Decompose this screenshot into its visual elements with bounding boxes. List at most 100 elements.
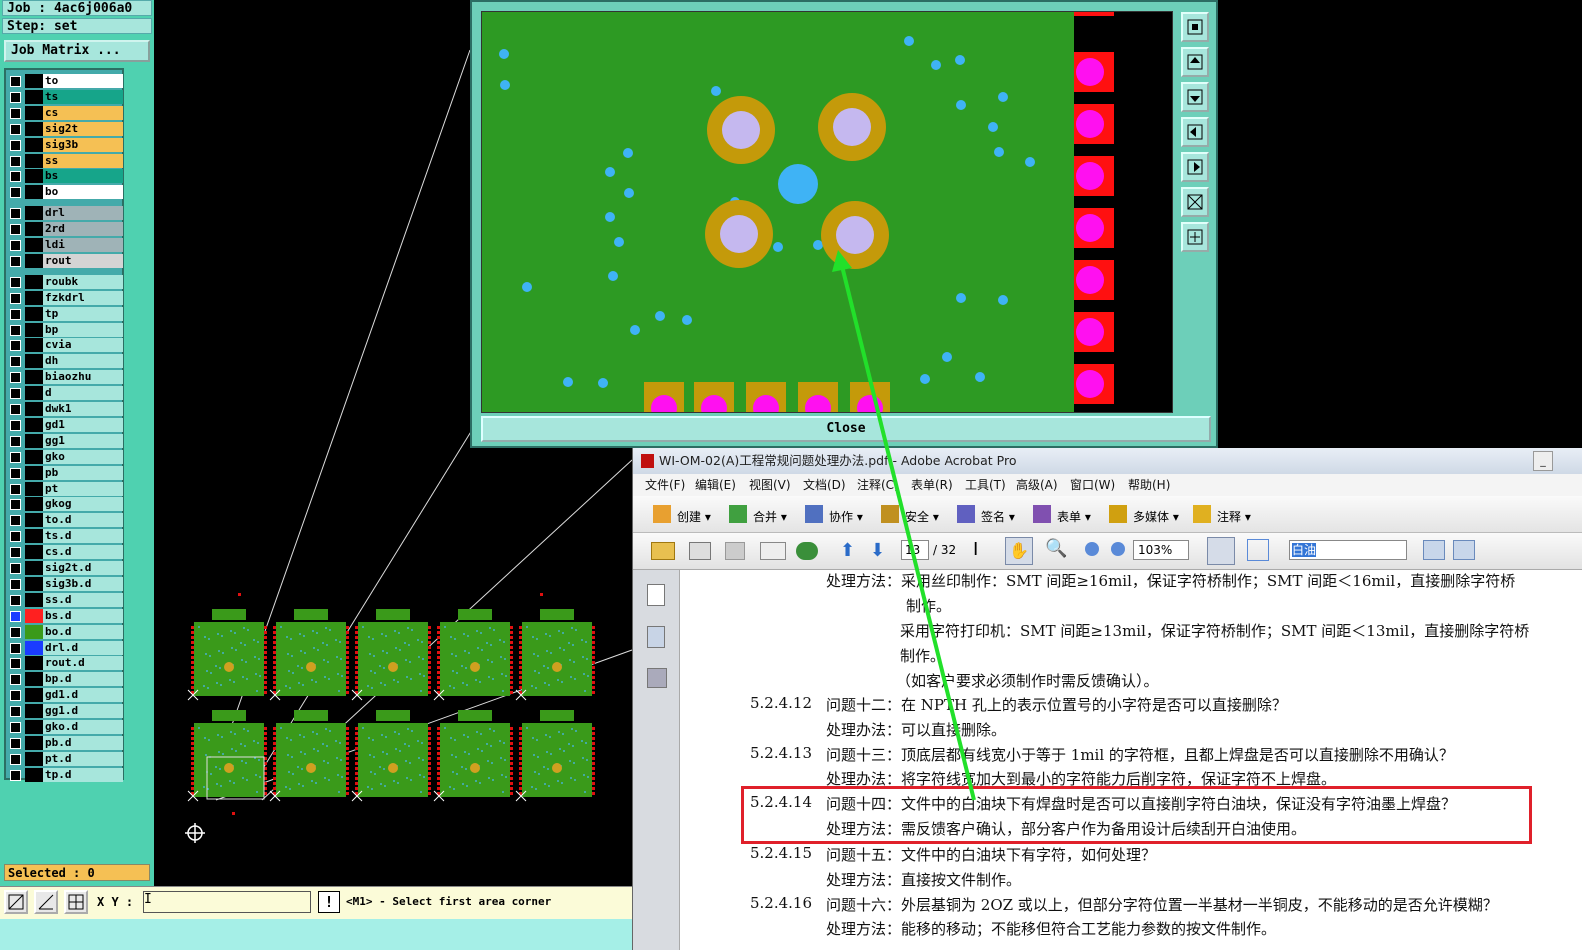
toolbar-task-icon[interactable] — [881, 505, 899, 523]
layer-row[interactable]: bs.d — [8, 608, 124, 623]
layer-checkbox[interactable] — [10, 674, 21, 686]
pan-right-icon[interactable] — [1181, 152, 1209, 182]
signatures-panel-icon[interactable] — [647, 668, 667, 688]
layer-checkbox[interactable] — [10, 451, 21, 463]
layer-checkbox[interactable] — [10, 139, 21, 151]
menu-item[interactable]: 文件(F) — [645, 474, 685, 496]
print-icon[interactable] — [689, 542, 711, 560]
layer-row[interactable]: gko.d — [8, 720, 124, 734]
layer-row[interactable]: rout.d — [8, 656, 124, 671]
toolbar-task-icon[interactable] — [805, 505, 823, 523]
layer-checkbox[interactable] — [10, 91, 21, 103]
layer-row[interactable]: to — [8, 74, 124, 88]
zoom-in-icon[interactable] — [1111, 542, 1125, 556]
layer-row[interactable]: rout — [8, 253, 124, 268]
layer-checkbox[interactable] — [10, 690, 21, 702]
layer-row[interactable]: sig3b — [8, 137, 124, 152]
layer-row[interactable]: sig3b.d — [8, 576, 124, 591]
layer-row[interactable]: drl — [8, 206, 124, 221]
web-icon[interactable] — [796, 542, 818, 560]
layer-checkbox[interactable] — [10, 240, 21, 251]
layer-row[interactable]: tp — [8, 306, 124, 321]
measure-icon[interactable] — [34, 890, 58, 914]
menu-item[interactable]: 表单(R) — [911, 474, 953, 496]
layer-checkbox[interactable] — [10, 626, 21, 638]
layer-row[interactable]: pt.d — [8, 751, 124, 766]
toolbar-task-label[interactable]: 合并 ▾ — [753, 508, 787, 525]
menu-item[interactable]: 帮助(H) — [1128, 474, 1170, 496]
layer-row[interactable]: d — [8, 386, 124, 401]
zoom-canvas[interactable] — [481, 0, 1173, 421]
layer-checkbox[interactable] — [10, 737, 21, 749]
layer-checkbox[interactable] — [10, 123, 21, 135]
toolbar-task-label[interactable]: 创建 ▾ — [677, 508, 711, 525]
toolbar-task-icon[interactable] — [653, 505, 671, 523]
find-prev-icon[interactable] — [1423, 540, 1445, 560]
layer-row[interactable]: gko — [8, 449, 124, 464]
menu-item[interactable]: 窗口(W) — [1070, 474, 1115, 496]
layer-checkbox[interactable] — [10, 155, 21, 167]
layer-row[interactable]: sig2t.d — [8, 561, 124, 575]
layer-checkbox[interactable] — [10, 531, 21, 543]
layer-checkbox[interactable] — [10, 499, 21, 511]
layer-checkbox[interactable] — [10, 276, 21, 288]
zoom-in-icon[interactable] — [1181, 187, 1209, 217]
layer-row[interactable]: sig2t — [8, 121, 124, 136]
layer-checkbox[interactable] — [10, 435, 21, 447]
layer-row[interactable]: tp.d — [8, 767, 124, 782]
email-icon[interactable] — [760, 542, 786, 560]
layer-checkbox[interactable] — [10, 255, 21, 267]
pan-down-icon[interactable] — [1181, 82, 1209, 112]
layer-row[interactable]: ldi — [8, 238, 124, 252]
xy-input[interactable]: I — [143, 891, 311, 913]
layer-row[interactable]: bp.d — [8, 672, 124, 687]
layer-row[interactable]: gd1.d — [8, 688, 124, 703]
open-folder-icon[interactable] — [651, 542, 675, 560]
layer-row[interactable]: bp — [8, 322, 124, 337]
layer-checkbox[interactable] — [10, 467, 21, 479]
layer-row[interactable]: gg1 — [8, 433, 124, 448]
layer-checkbox[interactable] — [10, 187, 21, 199]
document-view[interactable]: 处理方法：采用丝印制作：SMT 间距≥16mil，保证字符桥制作；SMT 间距＜… — [680, 570, 1582, 950]
layer-checkbox[interactable] — [10, 483, 21, 495]
layer-checkbox[interactable] — [10, 324, 21, 336]
layer-checkbox[interactable] — [10, 722, 21, 733]
layer-row[interactable]: pb — [8, 465, 124, 480]
layer-row[interactable]: 2rd — [8, 222, 124, 237]
layer-checkbox[interactable] — [10, 224, 21, 236]
menu-item[interactable]: 工具(T) — [965, 474, 1006, 496]
toolbar-task-label[interactable]: 注释 ▾ — [1217, 508, 1251, 525]
menu-item[interactable]: 高级(A) — [1016, 474, 1058, 496]
close-button[interactable]: Close — [481, 416, 1211, 442]
layer-checkbox[interactable] — [10, 547, 21, 559]
page-number-input[interactable]: 13 — [901, 540, 929, 560]
select-text-icon[interactable]: I — [973, 539, 978, 560]
layer-row[interactable]: cs — [8, 105, 124, 120]
toolbar-task-label[interactable]: 签名 ▾ — [981, 508, 1015, 525]
toolbar-task-icon[interactable] — [729, 505, 747, 523]
menu-item[interactable]: 视图(V) — [749, 474, 791, 496]
layer-row[interactable]: bo.d — [8, 624, 124, 639]
layer-checkbox[interactable] — [10, 372, 21, 384]
zoom-area-icon[interactable] — [4, 890, 28, 914]
zoom-level-field[interactable]: 103% — [1133, 540, 1189, 560]
layer-checkbox[interactable] — [10, 340, 21, 352]
zoom-tool-icon[interactable]: 🔍 — [1045, 538, 1067, 559]
layer-row[interactable]: gkog — [8, 497, 124, 512]
zoom-out-icon[interactable] — [1181, 222, 1209, 252]
layer-row[interactable]: roubk — [8, 274, 124, 289]
layer-row[interactable]: gd1 — [8, 417, 124, 432]
menu-item[interactable]: 编辑(E) — [695, 474, 736, 496]
menu-item[interactable]: 注释(C) — [857, 474, 899, 496]
layer-checkbox[interactable] — [10, 208, 21, 220]
toolbar-task-icon[interactable] — [1193, 505, 1211, 523]
layer-row[interactable]: drl.d — [8, 640, 124, 655]
layer-row[interactable]: biaozhu — [8, 370, 124, 385]
prev-page-icon[interactable]: ⬆ — [840, 540, 855, 561]
layer-row[interactable]: ss.d — [8, 592, 124, 607]
pages-panel-icon[interactable] — [647, 584, 665, 606]
layer-checkbox[interactable] — [10, 388, 21, 400]
layer-row[interactable]: cvia — [8, 338, 124, 353]
layer-row[interactable]: dh — [8, 354, 124, 369]
layer-checkbox[interactable] — [10, 515, 21, 527]
